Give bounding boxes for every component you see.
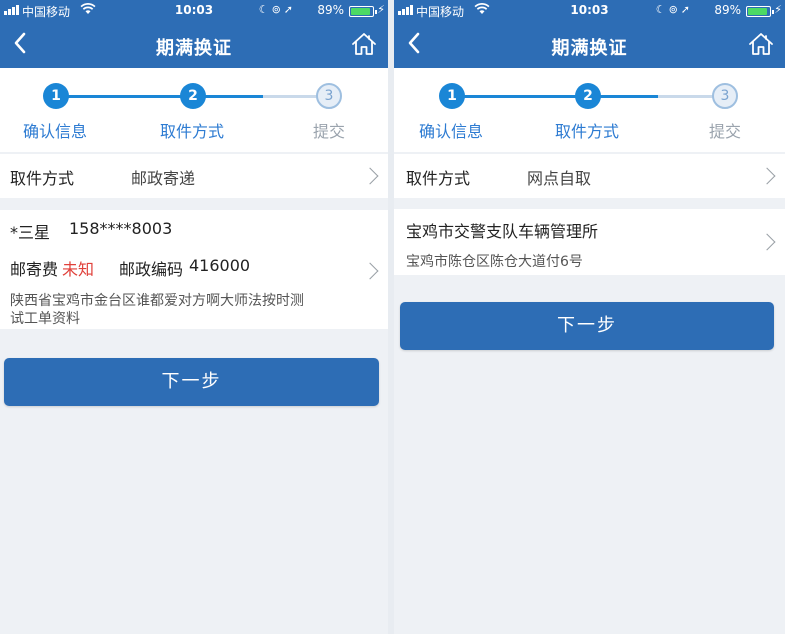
pickup-method-label: 取件方式 <box>406 169 471 188</box>
battery-fill <box>748 8 767 15</box>
step-3-number: 3 <box>712 83 738 109</box>
step-connector-done <box>56 95 193 98</box>
system-status-icons: ☾⊚➚ <box>259 3 296 16</box>
lock-rotation-icon: ⊚ <box>271 3 284 16</box>
nav-bar: 期满换证 <box>0 22 388 68</box>
pickup-method-value: 网点自取 <box>527 169 592 188</box>
recipient-name: *三星 <box>10 223 51 242</box>
charging-icon: ⚡ <box>377 3 385 16</box>
screen-postal-delivery: 中国移动 10:03 ☾⊚➚ 89% ⚡ 期满换证 1 2 3 确认信息 取件方… <box>0 0 388 634</box>
step-1-label: 确认信息 <box>22 122 87 141</box>
postcode-label: 邮政编码 <box>119 260 184 279</box>
system-status-icons: ☾⊚➚ <box>656 3 693 16</box>
next-step-button[interactable]: 下一步 <box>4 358 379 406</box>
step-2-number: 2 <box>180 83 206 109</box>
step-2-label: 取件方式 <box>159 122 224 141</box>
moon-icon: ☾ <box>655 3 669 16</box>
pickup-method-value: 邮政寄递 <box>131 169 196 188</box>
pickup-method-row[interactable]: 取件方式 网点自取 <box>394 154 785 198</box>
location-icon: ➚ <box>283 3 296 16</box>
page-title: 期满换证 <box>156 38 232 59</box>
step-2-label: 取件方式 <box>554 122 619 141</box>
progress-steps: 1 2 3 确认信息 取件方式 提交 <box>0 68 388 152</box>
nav-bar: 期满换证 <box>394 22 785 68</box>
postage-label: 邮寄费 <box>10 260 59 279</box>
step-3-label: 提交 <box>708 122 741 141</box>
step-1-number: 1 <box>439 83 465 109</box>
next-step-button[interactable]: 下一步 <box>400 302 774 350</box>
progress-steps: 1 2 3 确认信息 取件方式 提交 <box>394 68 785 152</box>
chevron-right-icon <box>758 233 776 251</box>
address-line-1: 陕西省宝鸡市金台区谁都爱对方啊大师法按时测 <box>10 293 304 309</box>
chevron-right-icon <box>361 262 379 280</box>
home-icon[interactable] <box>350 30 378 58</box>
chevron-right-icon <box>361 167 379 185</box>
step-3-number: 3 <box>316 83 342 109</box>
battery-percent: 89% <box>714 3 741 17</box>
address-line-2: 试工单资料 <box>10 311 80 327</box>
pickup-method-label: 取件方式 <box>10 169 75 188</box>
app-comparison: 中国移动 10:03 ☾⊚➚ 89% ⚡ 期满换证 1 2 3 确认信息 取件方… <box>0 0 785 634</box>
pickup-office-card[interactable]: 宝鸡市交警支队车辆管理所 宝鸡市陈仓区陈仓大道付6号 <box>394 209 785 275</box>
moon-icon: ☾ <box>258 3 272 16</box>
charging-icon: ⚡ <box>774 3 782 16</box>
battery-icon <box>349 6 377 17</box>
status-bar: 中国移动 10:03 ☾⊚➚ 89% ⚡ <box>394 0 785 22</box>
step-2-number: 2 <box>575 83 601 109</box>
office-name: 宝鸡市交警支队车辆管理所 <box>406 222 599 241</box>
home-icon[interactable] <box>747 30 775 58</box>
step-3-label: 提交 <box>312 122 345 141</box>
battery-fill <box>351 8 370 15</box>
step-1-label: 确认信息 <box>418 122 483 141</box>
status-bar: 中国移动 10:03 ☾⊚➚ 89% ⚡ <box>0 0 388 22</box>
battery-icon <box>746 6 774 17</box>
office-address: 宝鸡市陈仓区陈仓大道付6号 <box>406 254 583 270</box>
recipient-phone: 158****8003 <box>69 219 173 238</box>
postage-value: 未知 <box>62 260 95 279</box>
lock-rotation-icon: ⊚ <box>668 3 681 16</box>
pickup-method-row[interactable]: 取件方式 邮政寄递 <box>0 154 388 198</box>
step-connector-done <box>452 95 588 98</box>
screen-self-pickup: 中国移动 10:03 ☾⊚➚ 89% ⚡ 期满换证 1 2 3 确认信息 取件方… <box>394 0 785 634</box>
chevron-right-icon <box>758 167 776 185</box>
step-1-number: 1 <box>43 83 69 109</box>
battery-percent: 89% <box>317 3 344 17</box>
delivery-address-card[interactable]: *三星 158****8003 邮寄费 未知 邮政编码 416000 陕西省宝鸡… <box>0 210 388 329</box>
location-icon: ➚ <box>680 3 693 16</box>
postcode-value: 416000 <box>189 256 251 275</box>
page-title: 期满换证 <box>551 38 628 59</box>
